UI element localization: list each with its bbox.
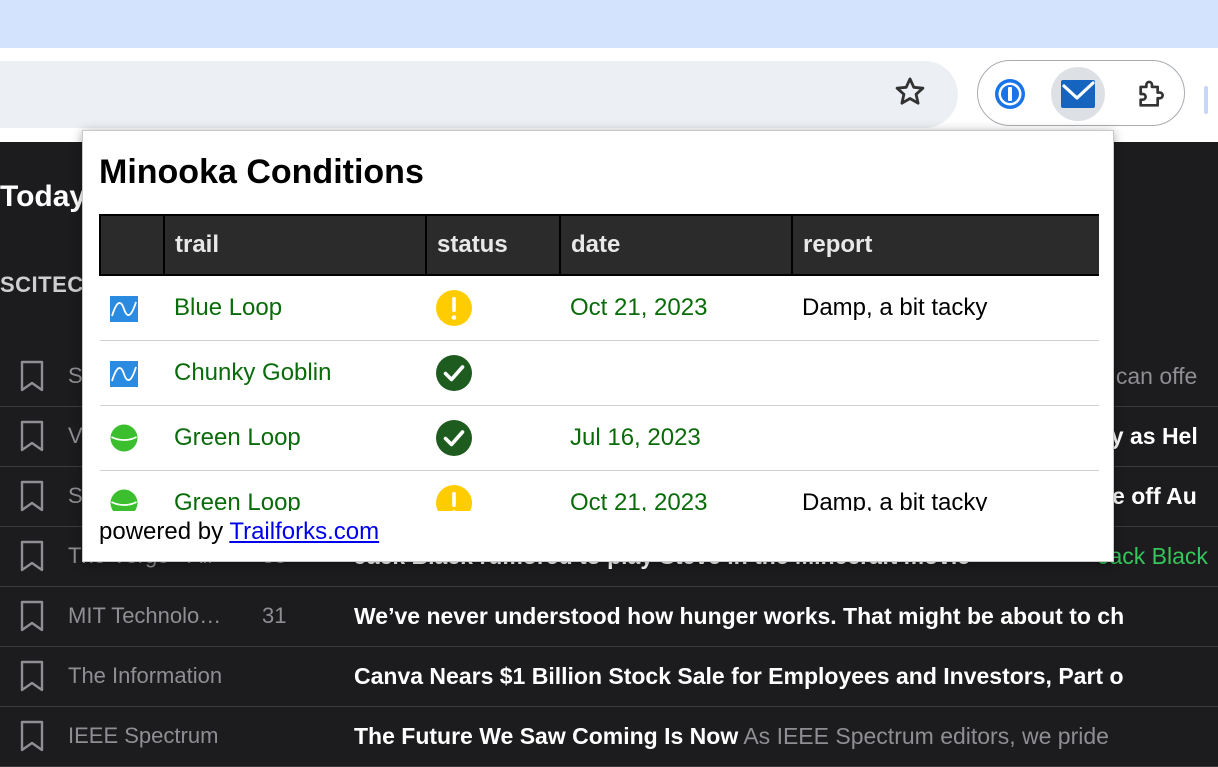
feed-row[interactable]: MIT Technolo… 31 We’ve never understood … <box>0 586 1218 647</box>
bookmark-icon[interactable] <box>20 360 44 392</box>
address-bar[interactable] <box>0 61 958 128</box>
table-row: Green Loop Jul 16, 2023 <box>100 405 1099 471</box>
trail-name-cell: Chunky Goblin <box>164 340 426 406</box>
feed-source: MIT Technolo… <box>68 603 222 628</box>
bookmark-icon[interactable] <box>20 720 44 752</box>
bookmark-icon[interactable] <box>20 660 44 692</box>
date-cell: Oct 21, 2023 <box>560 275 792 341</box>
warning-icon <box>436 290 472 326</box>
feed-count: 31 <box>262 603 287 628</box>
status-cell <box>426 340 560 406</box>
column-header-trail: trail <box>163 214 427 276</box>
popup-title: Minooka Conditions <box>99 153 424 191</box>
warning-icon <box>436 485 472 511</box>
trail-name-link[interactable]: Chunky Goblin <box>174 359 331 386</box>
1password-extension-button[interactable] <box>983 67 1037 121</box>
table-row: Green Loop Oct 21, 2023 Damp, a bit tack… <box>100 470 1099 511</box>
feed-headline[interactable]: We’ve never understood how hunger works.… <box>354 603 1124 630</box>
green-circle-icon <box>110 489 138 511</box>
table-row: Chunky Goblin <box>100 340 1099 406</box>
date-cell <box>560 340 792 406</box>
trail-type-cell <box>100 405 164 471</box>
page-heading: Today <box>0 180 87 213</box>
green-circle-icon <box>110 424 138 452</box>
feed-source: IEEE Spectrum <box>68 723 219 748</box>
blue-wave-icon <box>110 360 138 387</box>
feed-headline-fragment: Jack Black <box>1098 543 1208 569</box>
trail-name-cell: Green Loop <box>164 405 426 471</box>
feed-source: V <box>68 423 83 448</box>
browser-title-bar <box>0 0 1218 48</box>
feed-source: S <box>68 483 83 508</box>
trail-type-cell <box>100 470 164 511</box>
feed-headline[interactable]: The Future We Saw Coming Is Now As IEEE … <box>354 723 1109 750</box>
report-cell: Damp, a bit tacky <box>792 470 1099 511</box>
date-cell: Jul 16, 2023 <box>560 405 792 471</box>
trail-type-cell <box>100 340 164 406</box>
trail-conditions-popup: Minooka Conditions trail status date rep… <box>82 130 1114 562</box>
popup-footer: powered by Trailforks.com <box>99 518 379 546</box>
report-cell <box>792 340 1099 406</box>
feed-headline-summary: As IEEE Spectrum editors, we pride <box>738 723 1109 749</box>
section-heading: SCITEC <box>0 272 84 297</box>
check-icon <box>436 420 472 456</box>
1password-icon <box>995 79 1025 109</box>
bookmark-star-button[interactable] <box>886 68 934 116</box>
trail-type-cell <box>100 275 164 341</box>
puzzle-icon <box>1139 80 1164 107</box>
date-cell: Oct 21, 2023 <box>560 470 792 511</box>
extensions-group <box>977 60 1185 126</box>
extensions-menu-button[interactable] <box>1125 67 1179 121</box>
trailforks-link[interactable]: Trailforks.com <box>229 518 379 545</box>
bookmark-icon[interactable] <box>20 420 44 452</box>
trail-name-link[interactable]: Green Loop <box>174 489 301 511</box>
column-header-icon <box>99 214 165 276</box>
column-header-status: status <box>425 214 561 276</box>
bookmark-icon[interactable] <box>20 540 44 572</box>
feed-row[interactable]: The Information Canva Nears $1 Billion S… <box>0 646 1218 707</box>
report-cell <box>792 405 1099 471</box>
report-cell: Damp, a bit tacky <box>792 275 1099 341</box>
trail-name-cell: Green Loop <box>164 470 426 511</box>
bookmark-icon[interactable] <box>20 600 44 632</box>
conditions-table-scroll[interactable]: trail status date report Blue Loop Oct 2… <box>99 214 1099 511</box>
trail-name-link[interactable]: Blue Loop <box>174 294 282 321</box>
table-row: Blue Loop Oct 21, 2023 Damp, a bit tacky <box>100 275 1099 341</box>
column-header-date: date <box>559 214 793 276</box>
conditions-table: trail status date report Blue Loop Oct 2… <box>99 214 1099 511</box>
trail-conditions-extension-button[interactable] <box>1051 67 1105 121</box>
column-header-report: report <box>791 214 1099 276</box>
status-cell <box>426 405 560 471</box>
table-header-row: trail status date report <box>99 214 1099 276</box>
mail-check-icon <box>1061 80 1095 108</box>
feed-row[interactable]: IEEE Spectrum The Future We Saw Coming I… <box>0 706 1218 767</box>
browser-toolbar <box>0 48 1218 142</box>
status-cell <box>426 470 560 511</box>
status-cell <box>426 275 560 341</box>
feed-headline-title: The Future We Saw Coming Is Now <box>354 723 739 749</box>
footer-prefix: powered by <box>99 518 230 545</box>
bookmark-icon[interactable] <box>20 480 44 512</box>
feed-source: S <box>68 363 83 388</box>
profile-edge <box>1204 86 1208 114</box>
trail-name-link[interactable]: Green Loop <box>174 424 301 451</box>
blue-wave-icon <box>110 295 138 322</box>
feed-headline[interactable]: Canva Nears $1 Billion Stock Sale for Em… <box>354 663 1124 690</box>
trail-name-cell: Blue Loop <box>164 275 426 341</box>
star-icon <box>895 77 925 105</box>
check-icon <box>436 355 472 391</box>
feed-source: The Information <box>68 663 223 688</box>
